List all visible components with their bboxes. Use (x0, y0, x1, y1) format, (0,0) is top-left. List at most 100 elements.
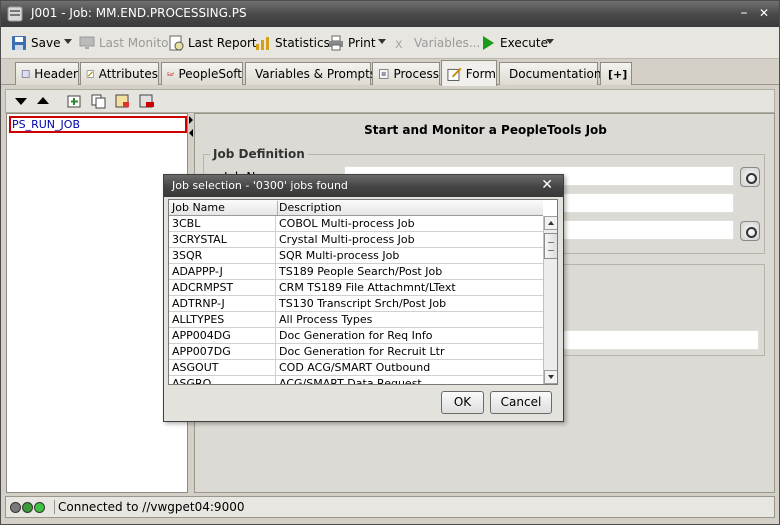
cancel-button[interactable]: Cancel (490, 391, 552, 414)
grid-scrollbar[interactable] (543, 216, 557, 384)
job-definition-legend: Job Definition (210, 147, 308, 161)
table-row[interactable]: ALLTYPES All Process Types (169, 312, 543, 328)
tab-attributes[interactable]: Attributes (80, 62, 159, 85)
table-row[interactable]: 3CRYSTAL Crystal Multi-process Job (169, 232, 543, 248)
job-name-lookup-icon[interactable] (740, 167, 760, 187)
job-editor-window: J001 - Job: MM.END.PROCESSING.PS – ✕ Sav… (0, 0, 780, 525)
save-button[interactable]: Save (11, 33, 60, 53)
tab-label: PeopleSoft (178, 67, 242, 81)
tree-item-ps-run-job[interactable]: PS_RUN_JOB (9, 116, 187, 133)
add-item-icon[interactable] (66, 93, 84, 109)
table-row[interactable]: ADCRMPST CRM TS189 File Attachmnt/LText (169, 280, 543, 296)
description-cell: TS189 People Search/Post Job (275, 264, 442, 280)
job-name-cell: ASGRQ (172, 377, 212, 385)
last-report-button[interactable]: Last Report (168, 33, 257, 53)
dialog-title: Job selection - '0300' jobs found (172, 179, 348, 192)
table-row[interactable]: ASGRQ ACG/SMART Data Request (169, 376, 543, 385)
table-row[interactable]: 3CBL COBOL Multi-process Job (169, 216, 543, 232)
title-bar[interactable]: J001 - Job: MM.END.PROCESSING.PS – ✕ (1, 1, 779, 27)
dialog-close-icon[interactable]: ✕ (541, 177, 553, 193)
description-cell: TS130 Transcript Srch/Post Job (275, 296, 446, 312)
statistics-icon (256, 37, 269, 50)
table-row[interactable]: 3SQR SQR Multi-process Job (169, 248, 543, 264)
last-monitor-label: Last Monitor (99, 36, 174, 50)
tab-add[interactable]: [+] (600, 62, 632, 85)
save-icon (12, 36, 26, 50)
tab-documentation[interactable]: Documentation (499, 62, 602, 85)
tab-form[interactable]: Form (441, 60, 497, 86)
execute-dropdown-icon[interactable] (546, 39, 554, 44)
collapse-left-icon[interactable] (189, 129, 193, 137)
table-row[interactable]: ADAPPP-J TS189 People Search/Post Job (169, 264, 543, 280)
status-led-green-dark (22, 501, 33, 513)
tab-header[interactable]: Header (15, 62, 79, 85)
tab-label: Form (465, 66, 496, 81)
run-control-lookup-icon[interactable] (740, 221, 760, 241)
scroll-up-icon[interactable] (544, 216, 557, 230)
header-icon (21, 70, 30, 78)
statistics-label: Statistics (275, 36, 330, 50)
minimize-button[interactable]: – (735, 4, 753, 22)
move-down-icon[interactable] (12, 93, 30, 109)
tab-label: Variables & Prompts (255, 67, 377, 81)
expand-right-icon[interactable] (189, 116, 193, 124)
job-name-cell: ASGOUT (172, 361, 219, 374)
execute-button[interactable]: Execute (480, 33, 548, 53)
monitor-icon (79, 36, 95, 49)
tab-label: Header (34, 67, 78, 81)
status-text: Connected to //vwgpet04:9000 (54, 500, 244, 514)
variables-icon: x (395, 37, 403, 51)
status-led-green (34, 501, 45, 513)
column-header-description[interactable]: Description (277, 201, 342, 215)
description-cell: Crystal Multi-process Job (275, 232, 415, 248)
form-title: Start and Monitor a PeopleTools Job (364, 123, 607, 137)
table-row[interactable]: ASGOUT COD ACG/SMART Outbound (169, 360, 543, 376)
scroll-thumb[interactable] (544, 233, 557, 259)
move-up-icon[interactable] (34, 93, 52, 109)
status-bar: Connected to //vwgpet04:9000 (5, 496, 775, 518)
dialog-title-bar[interactable]: Job selection - '0300' jobs found ✕ (164, 175, 563, 197)
copy-item-icon[interactable] (90, 93, 108, 109)
job-name-cell: ADTRNP-J (172, 297, 225, 310)
job-name-cell: ALLTYPES (172, 313, 225, 326)
status-led-gray (10, 501, 21, 513)
description-cell: ACG/SMART Data Request (275, 376, 422, 384)
description-cell: COBOL Multi-process Job (275, 216, 415, 232)
form-tree[interactable]: PS_RUN_JOB (6, 113, 188, 493)
form-toolbar (5, 89, 775, 113)
job-name-cell: 3SQR (172, 249, 203, 262)
job-name-cell: 3CRYSTAL (172, 233, 227, 246)
statistics-button[interactable]: Statistics (255, 33, 330, 53)
app-icon (7, 6, 23, 22)
print-button[interactable]: Print (328, 33, 376, 53)
job-list-grid[interactable]: Job Name Description 3CBL COBOL Multi-pro… (168, 199, 558, 385)
variables-button[interactable]: x Variables... (394, 33, 480, 53)
save-dropdown-icon[interactable] (64, 39, 72, 44)
scroll-down-icon[interactable] (544, 370, 557, 384)
description-cell: COD ACG/SMART Outbound (275, 360, 430, 376)
last-monitor-button[interactable]: Last Monitor (79, 33, 173, 53)
table-row[interactable]: ADTRNP-J TS130 Transcript Srch/Post Job (169, 296, 543, 312)
edit-item-icon[interactable] (114, 93, 132, 109)
job-selection-dialog: Job selection - '0300' jobs found ✕ Job … (163, 174, 564, 422)
description-cell: CRM TS189 File Attachmnt/LText (275, 280, 456, 296)
column-header-job-name[interactable]: Job Name (172, 201, 225, 214)
job-name-cell: 3CBL (172, 217, 201, 230)
print-label: Print (348, 36, 376, 50)
form-icon (447, 67, 462, 81)
print-dropdown-icon[interactable] (378, 39, 386, 44)
ok-button[interactable]: OK (441, 391, 484, 414)
table-row[interactable]: APP007DG Doc Generation for Recruit Ltr (169, 344, 543, 360)
close-window-button[interactable]: ✕ (755, 4, 773, 22)
description-cell: Doc Generation for Req Info (275, 328, 432, 344)
table-row[interactable]: APP004DG Doc Generation for Req Info (169, 328, 543, 344)
play-icon (483, 36, 494, 50)
tab-label: Documentation (509, 67, 602, 81)
svg-text:Soft: Soft (167, 72, 174, 77)
tab-peoplesoft[interactable]: Soft PeopleSoft (161, 62, 243, 85)
delete-item-icon[interactable] (138, 93, 156, 109)
description-cell: SQR Multi-process Job (275, 248, 399, 264)
grid-rows: 3CBL COBOL Multi-process Job 3CRYSTAL Crys… (169, 216, 543, 385)
tab-variables-prompts[interactable]: Variables & Prompts (245, 62, 376, 85)
tab-process[interactable]: Process (372, 62, 440, 85)
